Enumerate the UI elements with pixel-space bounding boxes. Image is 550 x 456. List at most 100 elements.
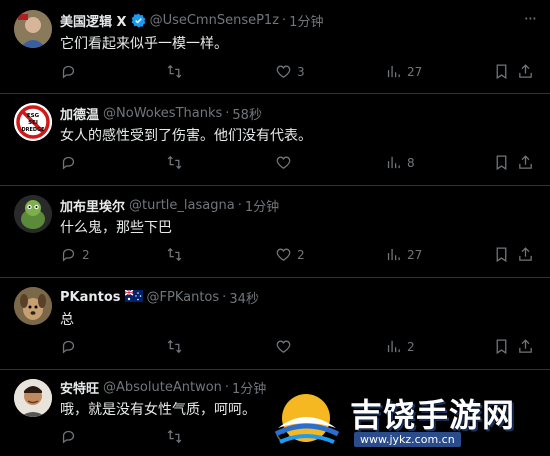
avatar[interactable] <box>14 10 52 48</box>
retweet-button[interactable] <box>166 428 188 445</box>
share-icon <box>519 155 532 169</box>
like-count: 2 <box>297 247 305 262</box>
bookmark-icon <box>496 64 507 80</box>
separator-dot: · <box>282 12 287 28</box>
share-icon <box>519 247 532 261</box>
reply-icon <box>62 430 75 444</box>
tweet-2[interactable]: ESG SEI DREDGE 加德温 @NoWokesThanks · 58秒 … <box>0 93 550 186</box>
retweet-icon <box>167 429 182 444</box>
share-icon <box>519 64 532 78</box>
avatar-badge-line-1: ESG <box>27 113 40 119</box>
retweet-icon <box>167 247 182 262</box>
views-button[interactable]: 2 <box>385 338 415 355</box>
separator-dot: · <box>225 105 230 121</box>
avatar[interactable] <box>14 287 52 325</box>
like-button[interactable]: 3 <box>275 63 305 80</box>
bookmark-button[interactable] <box>493 338 515 355</box>
timestamp[interactable]: 58秒 <box>232 104 262 123</box>
no-esg-sign-icon: ESG SEI DREDGE <box>14 103 52 141</box>
timestamp[interactable]: 1分钟 <box>245 196 279 215</box>
views-count: 27 <box>407 64 423 79</box>
reply-button[interactable] <box>60 63 82 80</box>
like-button[interactable]: 2 <box>275 246 305 263</box>
views-button[interactable]: 8 <box>385 154 415 171</box>
share-button[interactable] <box>517 63 539 80</box>
user-handle[interactable]: @NoWokesThanks <box>103 106 222 121</box>
timestamp[interactable]: 1分钟 <box>232 378 266 397</box>
display-name[interactable]: 美国逻辑 X <box>60 11 127 30</box>
user-photo-icon <box>14 379 52 417</box>
tweet-4[interactable]: PKantos @FPKantos · 34秒 总 2 <box>0 277 550 370</box>
views-button[interactable]: 27 <box>385 63 422 80</box>
bookmark-button[interactable] <box>493 246 515 263</box>
views-count: 27 <box>407 247 423 262</box>
australia-flag-icon <box>124 289 143 305</box>
avatar[interactable] <box>14 379 52 417</box>
reply-icon <box>62 65 75 79</box>
bookmark-button[interactable] <box>493 154 515 171</box>
retweet-button[interactable] <box>166 154 188 171</box>
timestamp[interactable]: 1分钟 <box>289 11 323 30</box>
display-name[interactable]: 加布里埃尔 <box>60 196 125 215</box>
avatar[interactable] <box>14 195 52 233</box>
watermark-url: www.jykz.com.cn <box>354 432 461 447</box>
heart-icon <box>276 248 291 261</box>
bookmark-button[interactable] <box>493 63 515 80</box>
watermark-logo-icon <box>274 394 340 444</box>
user-handle[interactable]: @UseCmnSenseP1z <box>150 13 279 28</box>
views-count: 2 <box>407 339 415 354</box>
retweet-button[interactable] <box>166 338 188 355</box>
share-button[interactable] <box>517 154 539 171</box>
separator-dot: · <box>224 379 230 395</box>
like-button[interactable] <box>275 154 297 171</box>
user-handle[interactable]: @turtle_lasagna <box>129 198 235 213</box>
tweet-text: 哦，就是没有女性气质，呵呵。 <box>60 402 256 418</box>
like-button[interactable] <box>275 338 297 355</box>
tweet-header: 加布里埃尔 @turtle_lasagna · 1分钟 <box>60 195 279 215</box>
action-bar: 2 <box>60 338 532 356</box>
verified-badge-icon <box>131 13 146 28</box>
action-bar: 3 27 <box>60 63 532 81</box>
avatar[interactable]: ESG SEI DREDGE <box>14 103 52 141</box>
reply-icon <box>62 248 75 262</box>
like-count: 3 <box>297 64 305 79</box>
retweet-button[interactable] <box>166 63 188 80</box>
share-button[interactable] <box>517 246 539 263</box>
tweet-header: 加德温 @NoWokesThanks · 58秒 <box>60 103 262 123</box>
tweet-text: 总 <box>60 312 74 328</box>
heart-icon <box>276 340 291 353</box>
user-handle[interactable]: @FPKantos <box>147 290 220 305</box>
tweet-text: 它们看起来似乎一模一样。 <box>60 36 228 52</box>
more-options-icon[interactable]: ··· <box>524 9 537 28</box>
display-name[interactable]: PKantos <box>60 290 121 305</box>
display-name[interactable]: 安特旺 <box>60 378 99 397</box>
reply-button[interactable] <box>60 338 82 355</box>
views-chart-icon <box>387 156 400 169</box>
views-button[interactable]: 27 <box>385 246 422 263</box>
retweet-icon <box>167 64 182 79</box>
turtle-avatar-icon <box>14 195 52 233</box>
display-name[interactable]: 加德温 <box>60 104 99 123</box>
retweet-icon <box>167 339 182 354</box>
bookmark-icon <box>496 339 507 355</box>
bookmark-icon <box>496 247 507 263</box>
retweet-button[interactable] <box>166 246 188 263</box>
action-bar: 8 <box>60 154 532 172</box>
separator-dot: · <box>237 197 242 213</box>
reply-button[interactable] <box>60 154 82 171</box>
tweet-header: PKantos @FPKantos · 34秒 <box>60 287 259 307</box>
avatar-badge-line-3: DREDGE <box>21 127 45 133</box>
timestamp[interactable]: 34秒 <box>229 288 259 307</box>
reply-button[interactable] <box>60 428 82 445</box>
share-icon <box>519 339 532 353</box>
reply-count: 2 <box>82 247 90 262</box>
reply-button[interactable]: 2 <box>60 246 90 263</box>
views-count: 8 <box>407 155 415 170</box>
share-button[interactable] <box>517 338 539 355</box>
tweet-1[interactable]: 美国逻辑 X @UseCmnSenseP1z · 1分钟 ··· 它们看起来似乎… <box>0 0 550 94</box>
user-handle[interactable]: @AbsoluteAntwon <box>103 380 222 395</box>
retweet-icon <box>167 155 182 170</box>
dog-avatar-icon <box>14 287 52 325</box>
tweet-3[interactable]: 加布里埃尔 @turtle_lasagna · 1分钟 什么鬼，那些下巴 2 2… <box>0 185 550 278</box>
action-bar: 2 2 27 <box>60 246 532 264</box>
